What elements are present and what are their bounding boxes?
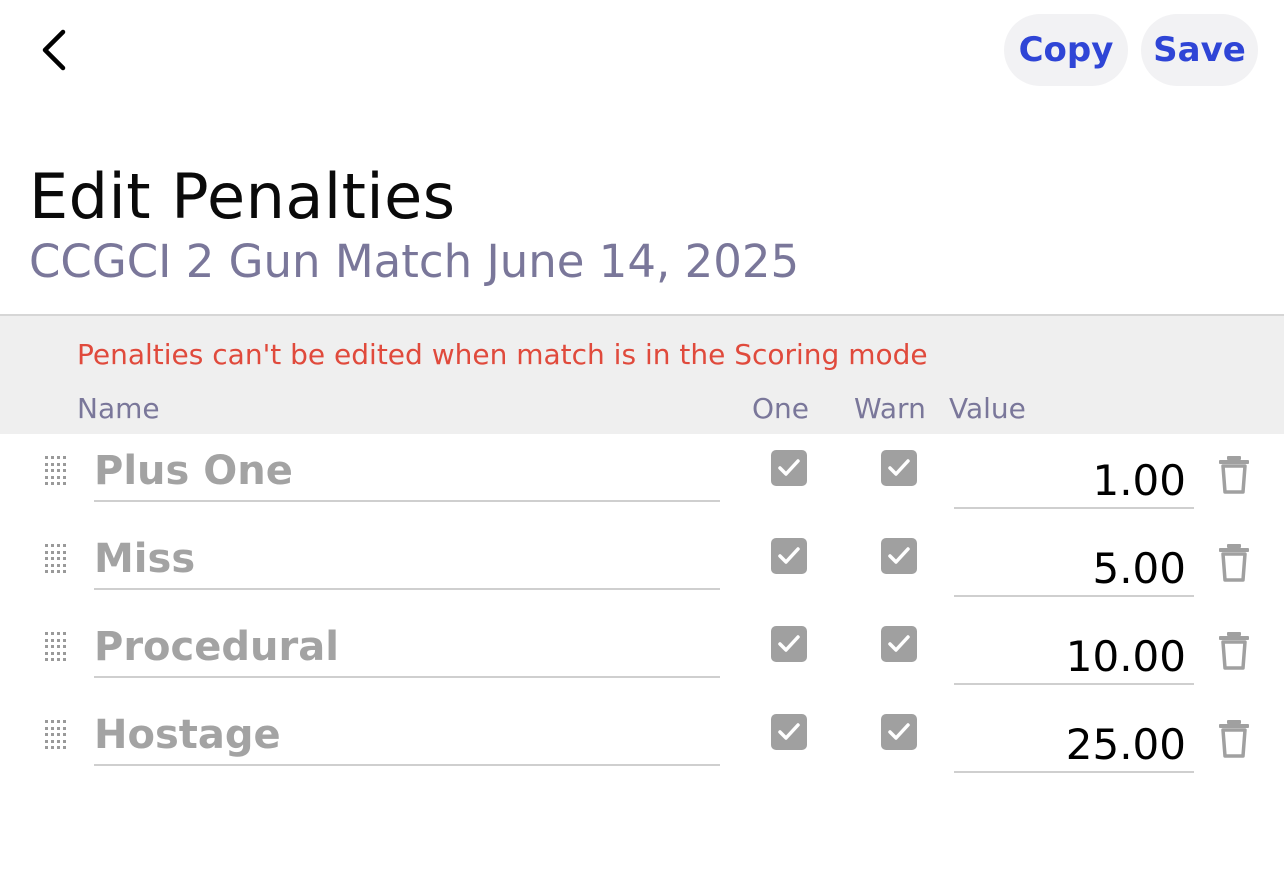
- drag-handle-icon[interactable]: [45, 456, 67, 486]
- column-header-name: Name: [77, 392, 160, 425]
- checkmark-icon: [888, 547, 910, 564]
- penalty-row: Plus One 1.00: [0, 436, 1284, 524]
- table-header: Penalties can't be edited when match is …: [0, 314, 1284, 434]
- one-checkbox[interactable]: [771, 626, 807, 662]
- penalty-row: Miss 5.00: [0, 524, 1284, 612]
- save-button[interactable]: Save: [1141, 14, 1258, 86]
- penalty-name-field[interactable]: Miss: [94, 524, 720, 590]
- warn-checkbox[interactable]: [881, 450, 917, 486]
- penalty-name-field[interactable]: Plus One: [94, 436, 720, 502]
- penalty-name-field[interactable]: Hostage: [94, 700, 720, 766]
- page-subtitle: CCGCI 2 Gun Match June 14, 2025: [29, 235, 800, 288]
- chevron-left-icon: [42, 29, 66, 71]
- penalty-value-field[interactable]: 25.00: [954, 700, 1194, 773]
- column-header-warn: Warn: [854, 392, 926, 425]
- trash-icon: [1219, 720, 1249, 758]
- warn-checkbox[interactable]: [881, 714, 917, 750]
- one-checkbox[interactable]: [771, 450, 807, 486]
- delete-button[interactable]: [1216, 542, 1252, 582]
- back-button[interactable]: [26, 22, 82, 78]
- checkmark-icon: [888, 635, 910, 652]
- one-checkbox[interactable]: [771, 538, 807, 574]
- delete-button[interactable]: [1216, 454, 1252, 494]
- drag-handle-icon[interactable]: [45, 720, 67, 750]
- warn-checkbox[interactable]: [881, 626, 917, 662]
- drag-handle-icon[interactable]: [45, 632, 67, 662]
- top-bar: Copy Save: [0, 0, 1284, 110]
- penalty-name-field[interactable]: Procedural: [94, 612, 720, 678]
- checkmark-icon: [778, 723, 800, 740]
- penalty-value-field[interactable]: 1.00: [954, 436, 1194, 509]
- copy-button[interactable]: Copy: [1004, 14, 1128, 86]
- penalty-value-field[interactable]: 5.00: [954, 524, 1194, 597]
- checkmark-icon: [778, 635, 800, 652]
- penalty-value-field[interactable]: 10.00: [954, 612, 1194, 685]
- trash-icon: [1219, 632, 1249, 670]
- checkmark-icon: [778, 459, 800, 476]
- checkmark-icon: [888, 723, 910, 740]
- checkmark-icon: [778, 547, 800, 564]
- delete-button[interactable]: [1216, 718, 1252, 758]
- trash-icon: [1219, 544, 1249, 582]
- penalty-row: Procedural 10.00: [0, 612, 1284, 700]
- drag-handle-icon[interactable]: [45, 544, 67, 574]
- warn-checkbox[interactable]: [881, 538, 917, 574]
- one-checkbox[interactable]: [771, 714, 807, 750]
- column-header-value: Value: [949, 392, 1026, 425]
- checkmark-icon: [888, 459, 910, 476]
- trash-icon: [1219, 456, 1249, 494]
- page-title: Edit Penalties: [29, 160, 456, 233]
- delete-button[interactable]: [1216, 630, 1252, 670]
- column-header-one: One: [752, 392, 810, 425]
- penalty-row: Hostage 25.00: [0, 700, 1284, 788]
- scoring-mode-warning: Penalties can't be edited when match is …: [77, 338, 928, 371]
